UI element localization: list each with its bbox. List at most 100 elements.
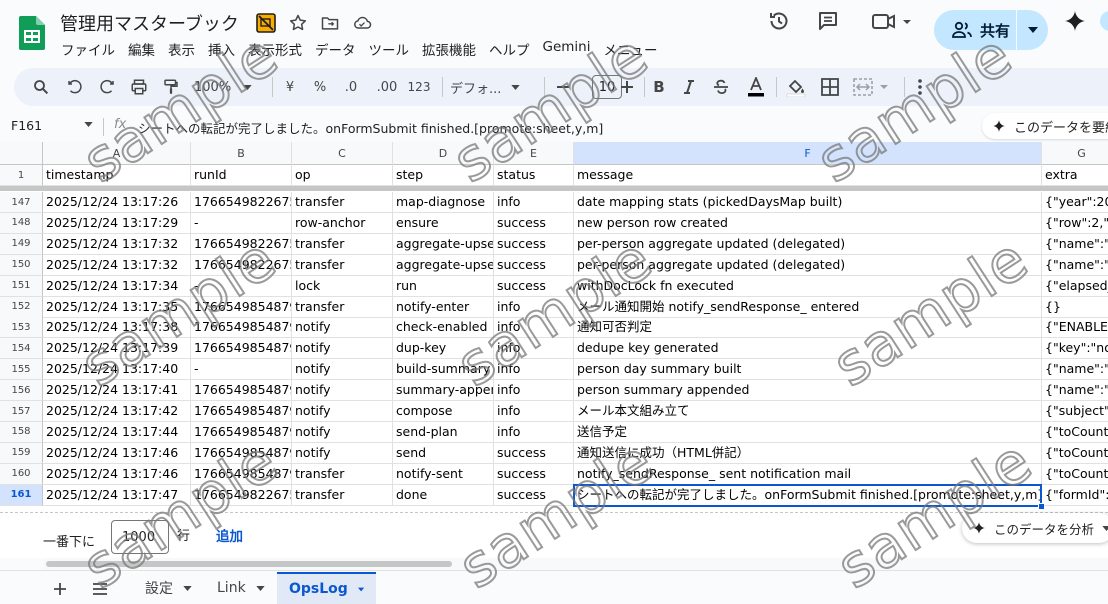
table-cell[interactable]: notify-sent (393, 463, 494, 485)
table-cell[interactable]: {"elapsed_ (1042, 276, 1108, 297)
sheet-tab-link[interactable]: Link (205, 572, 277, 604)
merge-cells-icon[interactable] (852, 68, 894, 106)
column-header-e[interactable]: E (494, 142, 574, 165)
all-sheets-icon[interactable] (90, 579, 110, 599)
table-cell[interactable]: 2025/12/24 13:17:40 (43, 359, 191, 381)
text-color-icon[interactable] (744, 68, 768, 106)
table-cell[interactable]: notify (292, 359, 393, 381)
table-cell[interactable]: 1766549854879 (191, 296, 292, 318)
table-cell[interactable]: notify (292, 421, 393, 443)
number-format-button[interactable]: 123 (404, 68, 434, 106)
borders-icon[interactable] (818, 68, 842, 106)
fill-color-icon[interactable] (784, 68, 808, 106)
row-number[interactable]: 153 (0, 317, 43, 339)
table-cell[interactable]: done (393, 484, 494, 506)
print-icon[interactable] (126, 68, 152, 106)
table-cell[interactable]: 2025/12/24 13:17:26 (43, 192, 191, 213)
table-cell[interactable]: メール本文組み立て (574, 401, 1042, 422)
table-cell[interactable]: 1766549854879 (191, 338, 292, 360)
table-cell[interactable]: build-summary (393, 359, 494, 381)
add-rows-count-input[interactable]: 1000 (111, 520, 169, 554)
menu-gemini[interactable]: Gemini (543, 39, 597, 59)
menu-data[interactable]: データ (315, 39, 362, 59)
table-cell[interactable]: dedupe key generated (574, 338, 1042, 360)
table-cell[interactable]: 2025/12/24 13:17:35 (43, 296, 191, 318)
sheet-tab-settings[interactable]: 設定 (133, 572, 204, 604)
account-avatar[interactable] (1096, 8, 1108, 34)
currency-format-button[interactable]: ¥ (280, 68, 300, 106)
table-cell[interactable]: success (494, 254, 574, 276)
summarize-data-chip[interactable]: このデータを要約 (982, 113, 1108, 139)
table-cell[interactable]: 2025/12/24 13:17:29 (43, 212, 191, 234)
table-cell[interactable]: info (494, 380, 574, 402)
table-cell[interactable]: row-anchor (292, 212, 393, 234)
header-cell-extra[interactable]: extra (1042, 165, 1108, 186)
table-cell[interactable]: {"name":"テ (1042, 359, 1108, 381)
row-number[interactable]: 158 (0, 421, 43, 443)
comments-icon[interactable] (815, 8, 841, 34)
table-cell[interactable]: success (494, 484, 574, 506)
more-options-icon[interactable] (910, 68, 930, 106)
table-cell[interactable]: compose (393, 401, 494, 422)
column-header-c[interactable]: C (292, 142, 393, 165)
table-cell[interactable]: 1766549822675 (191, 233, 292, 255)
table-cell[interactable]: transfer (292, 192, 393, 213)
frozen-row-divider[interactable] (0, 186, 1108, 191)
table-cell[interactable]: person summary appended (574, 380, 1042, 402)
table-cell[interactable]: aggregate-upser (393, 254, 494, 276)
slides-badge-icon[interactable] (254, 12, 278, 34)
table-cell[interactable]: 2025/12/24 13:17:32 (43, 233, 191, 255)
row-number[interactable]: 149 (0, 233, 43, 255)
header-cell-step[interactable]: step (393, 165, 494, 186)
table-cell[interactable]: withDocLock fn executed (574, 275, 1042, 297)
table-cell[interactable]: per-person aggregate updated (delegated) (574, 254, 1042, 276)
table-cell[interactable]: success (494, 233, 574, 255)
header-cell-message[interactable]: message (574, 165, 1042, 186)
table-cell[interactable]: notify (292, 317, 393, 339)
row-number[interactable]: 159 (0, 442, 43, 464)
increase-decimal-button[interactable]: .00 (372, 68, 402, 106)
bold-button[interactable]: B (648, 68, 670, 106)
row-number[interactable]: 151 (0, 275, 43, 297)
menu-insert[interactable]: 挿入 (208, 39, 241, 59)
table-cell[interactable]: dup-key (393, 338, 494, 360)
column-header-b[interactable]: B (191, 142, 292, 165)
table-cell[interactable]: info (494, 359, 574, 381)
scrollbar-thumb[interactable] (46, 561, 452, 567)
row-number[interactable]: 152 (0, 296, 43, 318)
row-number[interactable]: 155 (0, 359, 43, 381)
table-cell[interactable]: info (494, 401, 574, 422)
table-cell[interactable]: info (494, 338, 574, 360)
table-cell[interactable]: transfer (292, 296, 393, 318)
sheet-tab-opslog[interactable]: OpsLog (277, 572, 376, 604)
table-cell[interactable]: 2025/12/24 13:17:39 (43, 338, 191, 360)
table-cell[interactable]: transfer (292, 233, 393, 255)
table-cell[interactable]: notify_sendResponse_ sent notification m… (574, 463, 1042, 485)
table-cell[interactable]: 2025/12/24 13:17:38 (43, 317, 191, 339)
table-cell[interactable]: 送信予定 (574, 421, 1042, 443)
decrease-decimal-button[interactable]: .0 (340, 68, 362, 106)
table-cell[interactable]: 1766549822675 (191, 254, 292, 276)
row-number[interactable]: 1 (0, 165, 43, 186)
table-cell[interactable]: date mapping stats (pickedDaysMap built) (574, 192, 1042, 213)
font-size-increase-icon[interactable] (616, 68, 638, 106)
table-cell[interactable]: 1766549854879 (191, 442, 292, 464)
table-cell[interactable]: {"year":202 (1042, 192, 1108, 213)
font-size-decrease-icon[interactable] (552, 68, 574, 106)
column-header-f[interactable]: F (574, 142, 1042, 165)
horizontal-scrollbar[interactable] (43, 558, 1108, 570)
paint-format-icon[interactable] (158, 68, 184, 106)
add-rows-button[interactable]: 追加 (216, 525, 243, 545)
meet-icon[interactable] (870, 8, 916, 34)
menu-view[interactable]: 表示 (168, 39, 201, 59)
table-cell[interactable]: 2025/12/24 13:17:44 (43, 421, 191, 443)
table-cell[interactable]: {"ENABLE (1042, 317, 1108, 339)
table-cell[interactable]: - (191, 275, 292, 297)
menu-tools[interactable]: ツール (369, 39, 416, 59)
table-cell[interactable]: transfer (292, 484, 393, 506)
table-cell[interactable]: ensure (393, 212, 494, 234)
row-number[interactable]: 154 (0, 338, 43, 360)
menu-file[interactable]: ファイル (61, 39, 121, 59)
version-history-icon[interactable] (766, 8, 792, 34)
sheets-logo-icon[interactable] (19, 16, 45, 50)
